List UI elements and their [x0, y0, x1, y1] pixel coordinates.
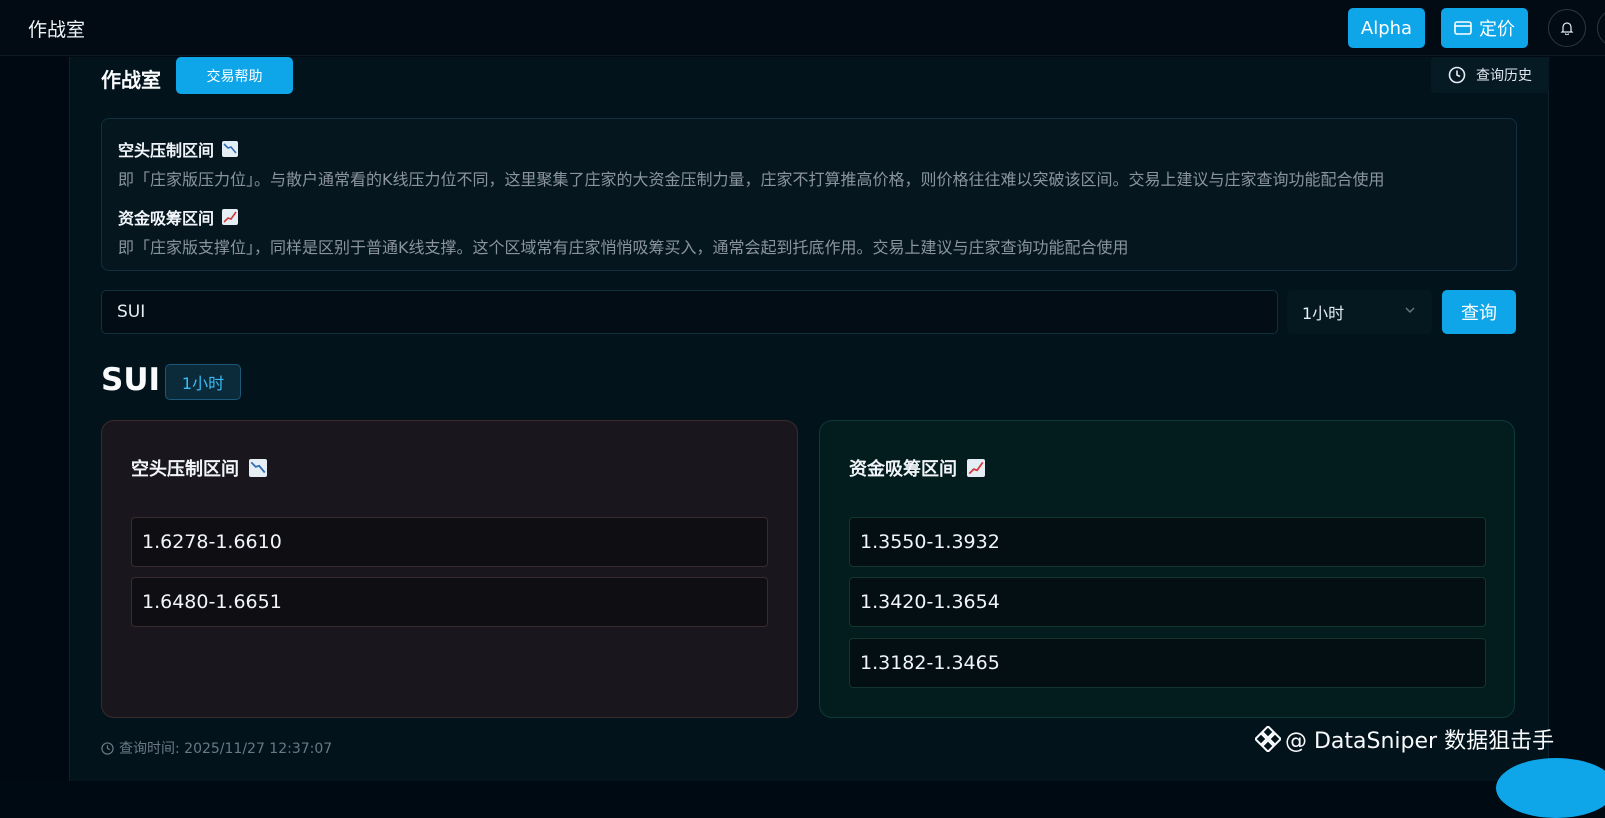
binance-logo-icon: [1255, 726, 1281, 752]
clock-icon: [101, 741, 114, 755]
pricing-button[interactable]: 定价: [1441, 8, 1528, 48]
short-pressure-card: 空头压制区间 1.6278-1.6610 1.6480-1.6651: [101, 420, 798, 718]
left-sidebar: [0, 57, 67, 781]
query-time-text: 查询时间: 2025/11/27 12:37:07: [119, 741, 333, 757]
short-zone-info-text: 即「庄家版压力位」。与散户通常看的K线压力位不同，这里聚集了庄家的大资金压制力量…: [118, 170, 1385, 189]
page-title: 作战室: [101, 68, 161, 92]
timeframe-badge: 1小时: [165, 364, 241, 400]
long-zone-info-title: 资金吸筹区间: [118, 205, 239, 229]
long-zone-item: 1.3182-1.3465: [849, 638, 1486, 688]
short-card-title-label: 空头压制区间: [131, 459, 239, 480]
floating-action-button[interactable]: [1496, 758, 1605, 818]
accumulation-card: 资金吸筹区间 1.3550-1.3932 1.3420-1.3654 1.318…: [819, 420, 1515, 718]
trading-help-button[interactable]: 交易帮助: [176, 57, 293, 94]
timeframe-value: 1小时: [1302, 304, 1345, 323]
chart-increasing-icon: [222, 209, 239, 225]
long-card-title: 资金吸筹区间: [849, 455, 985, 481]
watermark-text: @ DataSniper 数据狙击手: [1285, 729, 1555, 754]
long-zone-item: 1.3420-1.3654: [849, 577, 1486, 627]
bell-icon: [1560, 22, 1574, 35]
query-timestamp: 查询时间: 2025/11/27 12:37:07: [101, 738, 332, 758]
chevron-down-icon: [1405, 307, 1415, 313]
result-symbol: SUI: [101, 362, 161, 398]
clock-icon: [1448, 66, 1466, 84]
long-card-title-label: 资金吸筹区间: [849, 459, 957, 480]
short-zone-info-title: 空头压制区间: [118, 137, 239, 161]
query-history-button[interactable]: 查询历史: [1431, 57, 1549, 93]
alpha-button[interactable]: Alpha: [1348, 8, 1425, 48]
info-box: 空头压制区间 即「庄家版压力位」。与散户通常看的K线压力位不同，这里聚集了庄家的…: [101, 118, 1517, 271]
long-zone-info-label: 资金吸筹区间: [118, 209, 215, 228]
short-zone-item: 1.6480-1.6651: [131, 577, 768, 627]
user-avatar[interactable]: [1597, 9, 1605, 47]
notifications-button[interactable]: [1548, 9, 1586, 47]
symbol-search-input[interactable]: [101, 290, 1278, 334]
app-title: 作战室: [28, 19, 86, 41]
short-zone-item: 1.6278-1.6610: [131, 517, 768, 567]
long-zone-info-text: 即「庄家版支撑位」，同样是区别于普通K线支撑。这个区域常有庄家悄悄吸筹买入，通常…: [118, 238, 1129, 257]
query-button[interactable]: 查询: [1442, 290, 1516, 334]
pricing-label: 定价: [1479, 19, 1515, 40]
short-card-title: 空头压制区间: [131, 455, 267, 481]
war-room-panel: 作战室 交易帮助 查询历史 空头压制区间 即「庄家版压力位」。与散户通常看的K线…: [69, 57, 1549, 781]
long-zone-item: 1.3550-1.3932: [849, 517, 1486, 567]
chart-decreasing-icon: [249, 459, 267, 477]
chart-increasing-icon: [967, 459, 985, 477]
chart-decreasing-icon: [222, 141, 239, 157]
watermark: @ DataSniper 数据狙击手: [1255, 723, 1554, 755]
timeframe-select[interactable]: 1小时: [1287, 290, 1432, 334]
history-label: 查询历史: [1476, 68, 1532, 84]
card-icon: [1454, 21, 1472, 35]
short-zone-info-label: 空头压制区间: [118, 141, 215, 160]
top-navbar: 作战室 Alpha 定价: [0, 0, 1605, 56]
